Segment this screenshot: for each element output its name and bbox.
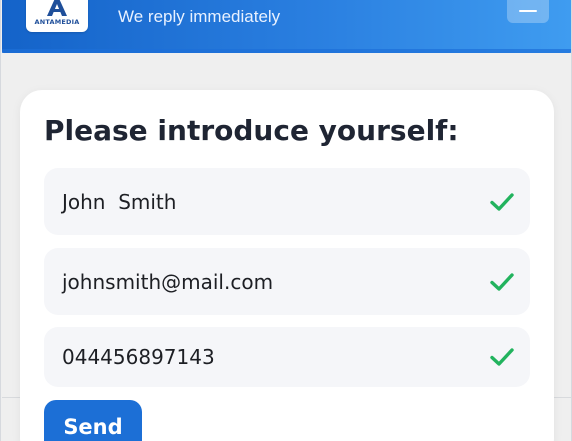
name-value: John Smith — [62, 189, 177, 214]
send-button[interactable]: Send — [44, 400, 142, 441]
minimize-button[interactable] — [507, 0, 549, 23]
form-title: Please introduce yourself: — [44, 114, 459, 147]
chat-widget: ANTAMEDIA We reply immediately Please in… — [0, 0, 572, 441]
check-icon — [490, 192, 514, 211]
check-icon — [490, 348, 514, 366]
brand-logo: ANTAMEDIA — [26, 0, 88, 32]
header-subtitle: We reply immediately — [118, 7, 281, 26]
phone-value: 044456897143 — [62, 345, 215, 369]
email-value: johnsmith@mail.com — [62, 269, 274, 294]
check-icon — [490, 272, 514, 291]
phone-field[interactable]: 044456897143 — [44, 327, 530, 387]
intro-form-card: Please introduce yourself: John Smith jo… — [20, 90, 554, 441]
email-field[interactable]: johnsmith@mail.com — [44, 248, 530, 315]
name-field[interactable]: John Smith — [44, 168, 530, 235]
chat-header: ANTAMEDIA We reply immediately — [2, 0, 571, 53]
logo-wordmark: ANTAMEDIA — [34, 18, 80, 26]
logo-a-mark — [47, 0, 67, 16]
minimize-icon — [519, 10, 537, 12]
